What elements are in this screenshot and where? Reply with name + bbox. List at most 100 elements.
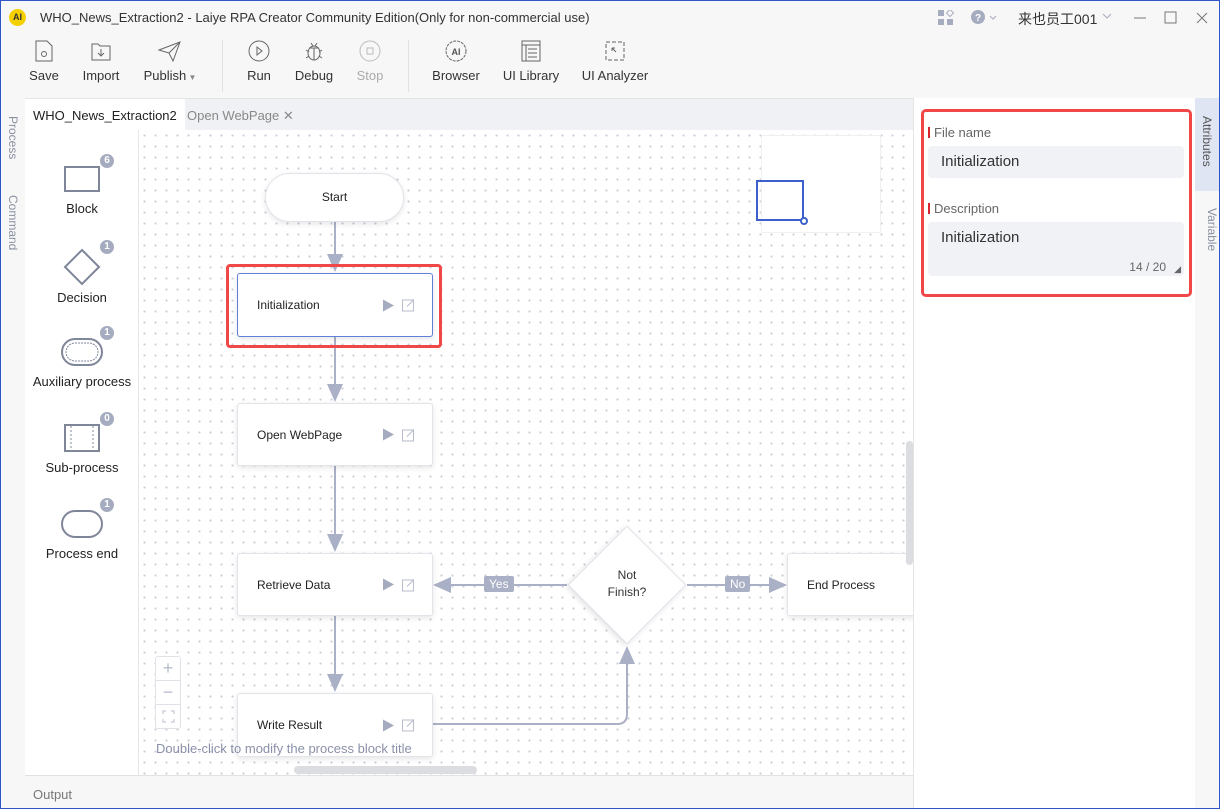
palette-label: Auxiliary process [32, 374, 132, 389]
count-badge: 1 [100, 240, 114, 254]
publish-button[interactable]: Publish ▼ [140, 40, 200, 83]
ui-analyzer-icon [605, 41, 625, 61]
run-label: Run [247, 68, 271, 83]
fit-view-button[interactable] [156, 705, 180, 728]
description-label: Description [927, 201, 1000, 216]
palette-sub-process[interactable]: 0 Sub-process [25, 412, 139, 475]
publish-label: Publish [143, 68, 187, 83]
vtab-process[interactable]: Process [6, 116, 20, 159]
browser-label: Browser [432, 68, 480, 83]
edit-icon[interactable] [402, 299, 415, 312]
edit-icon[interactable] [402, 578, 415, 591]
char-count: 14 / 20 [1129, 260, 1166, 274]
toolbar-divider [222, 40, 223, 92]
run-button[interactable]: Run [244, 40, 274, 83]
node-label: Write Result [257, 718, 323, 732]
ai-browser-icon: AI [445, 40, 467, 62]
run-block-icon[interactable] [383, 578, 394, 591]
component-palette: 6 Block 1 Decision 1 Auxiliary process 0… [25, 130, 139, 775]
auxiliary-process-icon [61, 338, 103, 366]
palette-block[interactable]: 6 Block [25, 154, 139, 216]
diamond-shape-icon [63, 248, 101, 286]
stop-button[interactable]: Stop [355, 40, 385, 83]
zoom-in-button[interactable]: + [156, 657, 180, 681]
document-tabs: WHO_News_Extraction2 Open WebPage ✕ [25, 98, 913, 131]
right-vertical-tabs: Attributes Variable [1195, 98, 1219, 808]
zoom-out-button[interactable]: − [156, 681, 180, 705]
debug-label: Debug [294, 68, 334, 83]
run-block-icon[interactable] [383, 428, 394, 441]
caret-down-icon: ▼ [186, 73, 197, 82]
end-process-node[interactable]: End Process [787, 553, 913, 616]
close-tab-icon[interactable]: ✕ [283, 108, 294, 123]
file-name-input[interactable]: Initialization [928, 146, 1184, 178]
toolbar-divider [408, 40, 409, 92]
horizontal-scrollbar[interactable] [294, 766, 477, 774]
vtab-attributes[interactable]: Attributes [1195, 98, 1219, 191]
resize-handle-icon[interactable]: ◢ [1174, 264, 1181, 275]
save-icon [35, 40, 53, 62]
chevron-down-icon[interactable] [1102, 12, 1112, 20]
palette-decision[interactable]: 1 Decision [25, 240, 139, 305]
ui-analyzer-label: UI Analyzer [581, 68, 649, 83]
play-circle-icon [248, 40, 270, 62]
description-value: Initialization [941, 229, 1020, 246]
run-block-icon[interactable] [383, 719, 394, 731]
browser-button[interactable]: AI Browser [430, 40, 482, 83]
user-name[interactable]: 来也员工001 [1018, 9, 1097, 29]
tab-label: Open WebPage [187, 108, 280, 123]
output-panel[interactable]: Output [25, 775, 913, 808]
attributes-panel: File name Initialization Description Ini… [913, 98, 1195, 808]
count-badge: 0 [100, 412, 114, 426]
import-button[interactable]: Import [78, 40, 124, 83]
run-block-icon[interactable] [383, 299, 394, 311]
start-node[interactable]: Start [265, 173, 404, 222]
edge-label-yes: Yes [484, 576, 514, 592]
tab-open-webpage[interactable]: Open WebPage ✕ [179, 99, 302, 131]
count-badge: 1 [100, 326, 114, 340]
save-button[interactable]: Save [27, 40, 61, 83]
import-icon [91, 43, 111, 61]
apps-icon[interactable] [938, 10, 954, 26]
palette-auxiliary-process[interactable]: 1 Auxiliary process [25, 326, 139, 389]
edge-loop [433, 646, 635, 725]
node-label: Retrieve Data [257, 577, 331, 592]
description-textarea[interactable]: Initialization 14 / 20 ◢ [928, 222, 1184, 276]
vtab-variable[interactable]: Variable [1195, 208, 1219, 251]
node-label: Initialization [257, 298, 320, 312]
vtab-command[interactable]: Command [6, 195, 20, 250]
stop-circle-icon [359, 40, 381, 62]
process-block-initialization[interactable]: Initialization [237, 273, 433, 337]
minimize-icon[interactable] [1132, 10, 1148, 26]
svg-text:?: ? [975, 13, 981, 24]
window-title: WHO_News_Extraction2 - Laiye RPA Creator… [40, 10, 590, 25]
process-block-retrieve-data[interactable]: Retrieve Data [237, 553, 433, 616]
ui-library-button[interactable]: UI Library [500, 40, 562, 83]
minimap-viewport[interactable] [756, 180, 804, 221]
process-block-open-webpage[interactable]: Open WebPage [237, 403, 433, 466]
edit-icon[interactable] [402, 428, 415, 441]
process-end-icon [61, 510, 103, 538]
flow-canvas[interactable]: Start Initialization Open WebPage Retrie… [139, 130, 913, 775]
minimap[interactable] [756, 135, 881, 233]
node-label: Start [321, 190, 348, 204]
ui-analyzer-button[interactable]: UI Analyzer [580, 40, 650, 83]
debug-button[interactable]: Debug [292, 40, 336, 83]
sub-process-icon [64, 424, 100, 452]
close-icon[interactable] [1194, 10, 1210, 26]
palette-process-end[interactable]: 1 Process end [25, 498, 139, 561]
tab-who-news-extraction2[interactable]: WHO_News_Extraction2 [25, 99, 185, 131]
help-icon[interactable]: ? [971, 9, 999, 25]
block-shape-icon [64, 166, 100, 192]
maximize-icon[interactable] [1163, 10, 1179, 26]
palette-label: Decision [57, 290, 107, 305]
edit-icon[interactable] [402, 719, 415, 732]
palette-label: Process end [45, 546, 119, 561]
minimap-resize-handle[interactable] [800, 217, 808, 225]
palette-label: Sub-process [45, 460, 119, 475]
node-label: End Process [807, 577, 876, 592]
ui-library-label: UI Library [502, 68, 560, 83]
bug-icon [305, 42, 323, 61]
vertical-scrollbar[interactable] [906, 441, 913, 565]
edge-label-no: No [725, 576, 751, 592]
